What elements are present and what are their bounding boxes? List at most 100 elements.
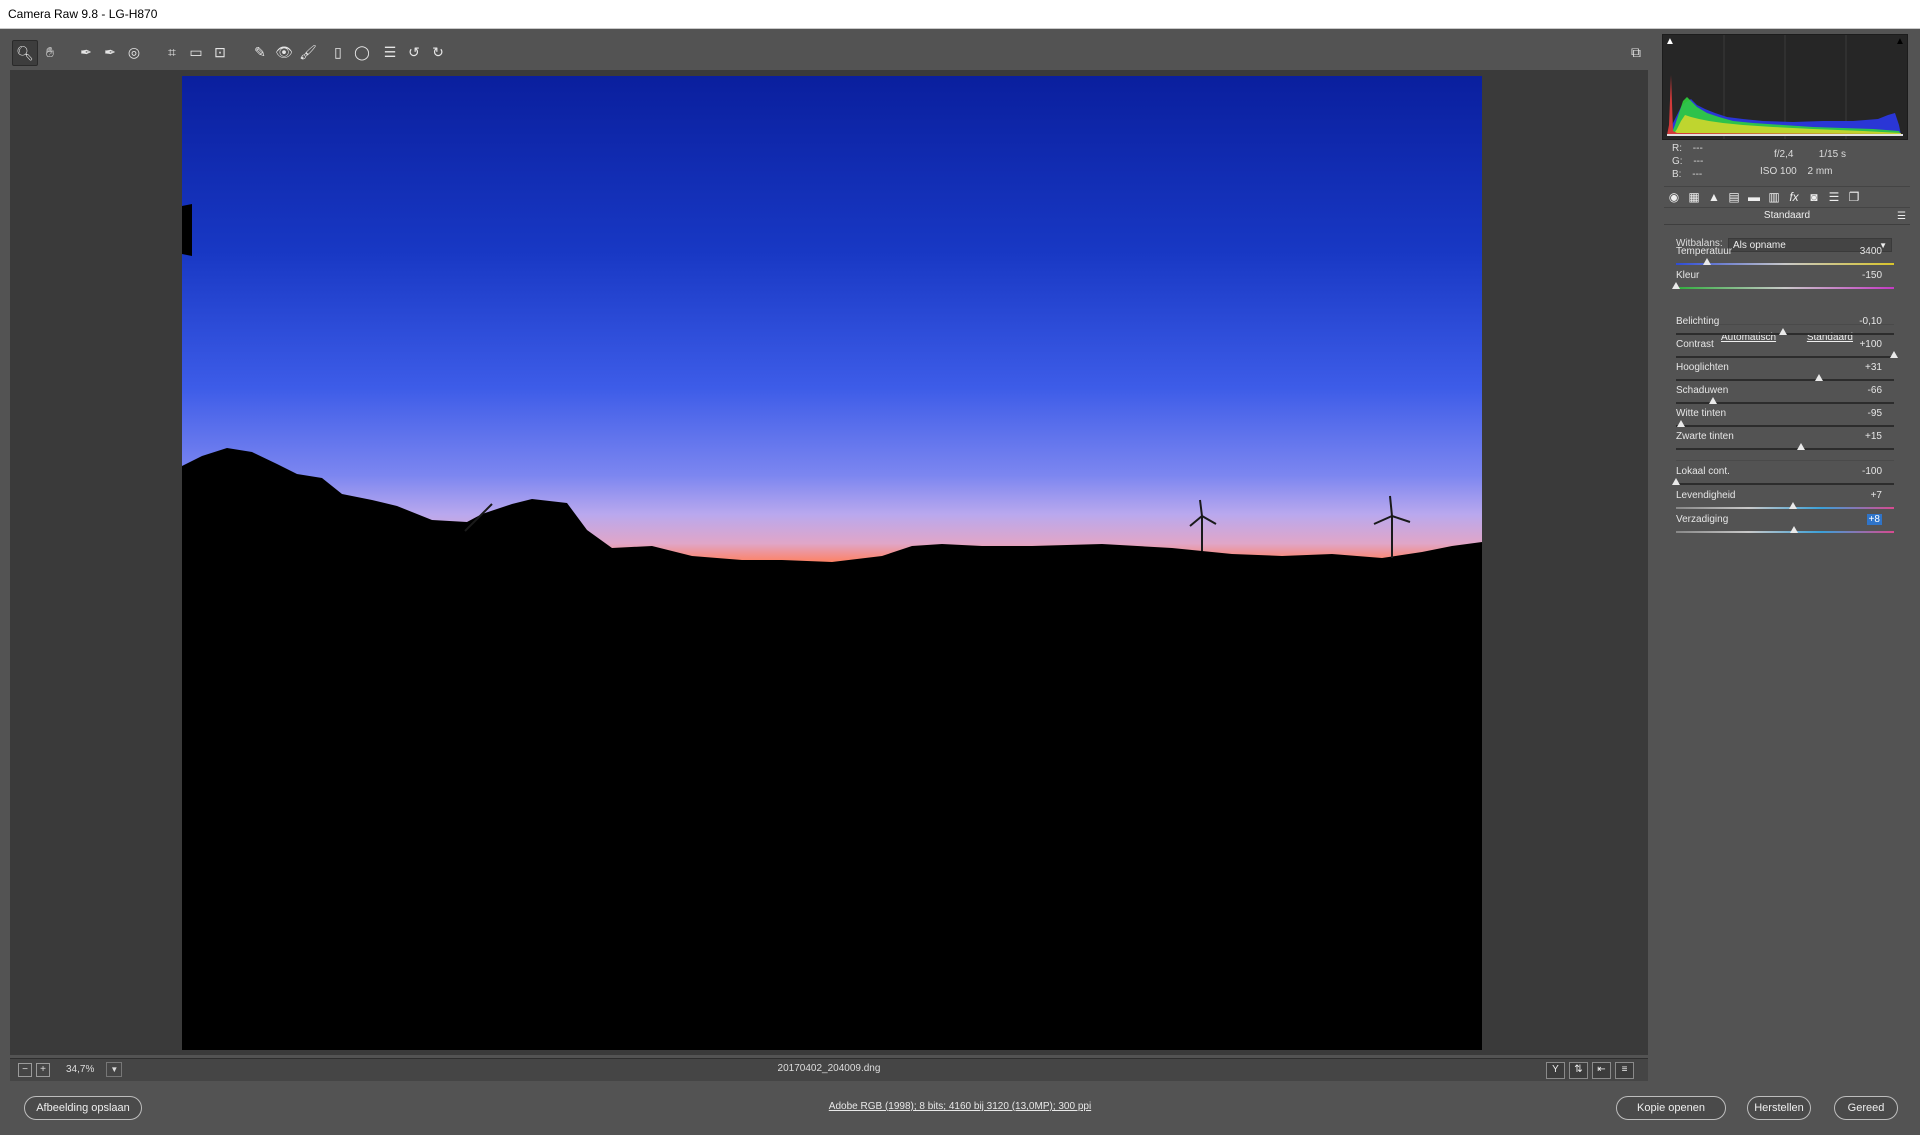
slider-value[interactable]: +100 (1859, 339, 1882, 350)
slider-value[interactable]: -66 (1868, 385, 1882, 396)
g-value: --- (1693, 156, 1704, 167)
g-label: G: (1672, 156, 1683, 167)
fullscreen-toggle-icon[interactable]: ⧉ (1624, 40, 1648, 64)
camera-calibration-icon[interactable]: ◙ (1806, 189, 1822, 205)
basic-panel: Witbalans: Als opname ▼ Automatisch Stan… (1664, 226, 1910, 1076)
slider-zwarte-tinten[interactable]: Zwarte tinten +15 (1676, 431, 1894, 455)
slider-track[interactable] (1676, 448, 1894, 450)
slider-track[interactable] (1676, 507, 1894, 509)
copy-settings-icon[interactable]: ⇤ (1592, 1062, 1611, 1079)
slider-value[interactable]: +8 (1866, 514, 1882, 525)
spot-removal-tool-icon[interactable]: ✎ (248, 40, 272, 64)
preview-footer: − + 34,7% ▼ 20170402_204009.dng Y ⇅ ⇤ ≡ (10, 1058, 1648, 1081)
divider (1676, 460, 1894, 461)
slider-levendigheid[interactable]: Levendigheid +7 (1676, 490, 1894, 514)
swap-settings-icon[interactable]: ⇅ (1569, 1062, 1588, 1079)
targeted-adjustment-tool-icon[interactable]: ◎ (122, 40, 146, 64)
slider-track[interactable] (1676, 483, 1894, 485)
panel-title-text: Standaard (1763, 210, 1811, 221)
slider-thumb[interactable] (1672, 282, 1680, 289)
preferences-icon[interactable]: ☰ (378, 40, 402, 64)
zoom-tool-icon[interactable]: 🔍︎ (12, 40, 38, 66)
image-preview[interactable] (182, 76, 1482, 1050)
lens-corrections-icon[interactable]: ▥ (1766, 189, 1782, 205)
hand-tool-icon[interactable]: ✋︎ (38, 40, 62, 64)
slider-label: Schaduwen (1676, 385, 1729, 396)
slider-thumb[interactable] (1702, 258, 1711, 265)
white-balance-tool-icon[interactable]: ✒ (74, 40, 98, 64)
slider-thumb[interactable] (1677, 420, 1686, 427)
shadow-clipping-icon[interactable]: ▲ (1665, 37, 1675, 47)
slider-thumb[interactable] (1814, 374, 1823, 381)
slider-label: Temperatuur (1676, 246, 1733, 257)
presets-icon[interactable]: ☰ (1826, 189, 1842, 205)
shutter-speed: 1/15 s (1818, 149, 1847, 160)
toggle-settings-icon[interactable]: ≡ (1615, 1062, 1634, 1079)
slider-thumb[interactable] (1788, 502, 1797, 509)
slider-thumb[interactable] (1672, 478, 1680, 485)
slider-label: Lokaal cont. (1676, 466, 1730, 477)
snapshots-icon[interactable]: ❐ (1846, 189, 1862, 205)
slider-value[interactable]: -0,10 (1859, 316, 1882, 327)
slider-verzadiging[interactable]: Verzadiging +8 (1676, 514, 1894, 538)
slider-belichting[interactable]: Belichting -0,10 (1676, 316, 1894, 340)
rotate-left-icon[interactable]: ↺ (402, 40, 426, 64)
slider-contrast[interactable]: Contrast +100 (1676, 339, 1898, 363)
panel-menu-icon[interactable]: ☰ (1897, 209, 1906, 225)
slider-label: Zwarte tinten (1676, 431, 1734, 442)
slider-track[interactable] (1676, 356, 1894, 358)
adjustment-brush-icon[interactable]: 🖌︎ (296, 40, 320, 64)
slider-schaduwen[interactable]: Schaduwen -66 (1676, 385, 1894, 409)
slider-thumb[interactable] (1778, 328, 1787, 335)
view-buttons: Y ⇅ ⇤ ≡ (1546, 1062, 1634, 1079)
crop-tool-icon[interactable]: ⌗ (160, 40, 184, 64)
effects-icon[interactable]: fx (1786, 189, 1802, 205)
slider-value[interactable]: 3400 (1860, 246, 1882, 257)
slider-lokaal-cont[interactable]: Lokaal cont. -100 (1672, 466, 1894, 490)
slider-track[interactable] (1676, 379, 1894, 381)
panel-tabs: ◉ ▦ ▲ ▤ ▬ ▥ fx ◙ ☰ ❐ (1664, 186, 1910, 208)
bottom-bar: Afbeelding opslaan Adobe RGB (1998); 8 b… (0, 1084, 1920, 1135)
done-button[interactable]: Gereed (1834, 1096, 1898, 1120)
window-title: Camera Raw 9.8 - LG-H870 (8, 7, 158, 21)
graduated-filter-icon[interactable]: ▯ (326, 40, 350, 64)
slider-value[interactable]: -100 (1862, 466, 1882, 477)
slider-temperatuur[interactable]: Temperatuur 3400 (1676, 246, 1894, 270)
slider-value[interactable]: +15 (1865, 431, 1882, 442)
before-after-icon[interactable]: Y (1546, 1062, 1565, 1079)
slider-track[interactable] (1676, 425, 1894, 427)
detail-icon[interactable]: ▲ (1706, 189, 1722, 205)
split-toning-icon[interactable]: ▬ (1746, 189, 1762, 205)
slider-value[interactable]: +31 (1865, 362, 1882, 373)
slider-thumb[interactable] (1789, 526, 1798, 533)
slider-track[interactable] (1676, 287, 1894, 289)
tone-curve-icon[interactable]: ▦ (1686, 189, 1702, 205)
slider-kleur[interactable]: Kleur -150 (1672, 270, 1894, 294)
b-label: B: (1672, 169, 1682, 180)
slider-thumb[interactable] (1797, 443, 1806, 450)
radial-filter-icon[interactable]: ◯ (350, 40, 374, 64)
slider-label: Hooglichten (1676, 362, 1729, 373)
red-eye-removal-icon[interactable]: 👁︎ (272, 40, 296, 64)
pixel-readout: R: --- G: --- B: --- f/2,4 1/15 s ISO 10… (1672, 142, 1912, 184)
slider-thumb[interactable] (1709, 397, 1718, 404)
color-sampler-tool-icon[interactable]: ✒ (98, 40, 122, 64)
hsl-icon[interactable]: ▤ (1726, 189, 1742, 205)
focal-length: 2 mm (1807, 166, 1833, 177)
highlight-clipping-icon[interactable]: ▲ (1895, 37, 1905, 47)
slider-hooglichten[interactable]: Hooglichten +31 (1676, 362, 1894, 386)
slider-value[interactable]: -150 (1862, 270, 1882, 281)
reset-button[interactable]: Herstellen (1747, 1096, 1811, 1120)
slider-value[interactable]: -95 (1868, 408, 1882, 419)
slider-track[interactable] (1676, 531, 1894, 533)
open-copy-button[interactable]: Kopie openen (1616, 1096, 1726, 1120)
rotate-right-icon[interactable]: ↻ (426, 40, 450, 64)
slider-witte-tinten[interactable]: Witte tinten -95 (1676, 408, 1894, 432)
transform-tool-icon[interactable]: ⊡ (208, 40, 232, 64)
slider-value[interactable]: +7 (1871, 490, 1882, 501)
slider-thumb[interactable] (1890, 351, 1898, 358)
basic-panel-icon[interactable]: ◉ (1666, 189, 1682, 205)
histogram: ▲ ▲ (1662, 34, 1908, 140)
straighten-tool-icon[interactable]: ▭ (184, 40, 208, 64)
slider-label: Witte tinten (1676, 408, 1727, 419)
